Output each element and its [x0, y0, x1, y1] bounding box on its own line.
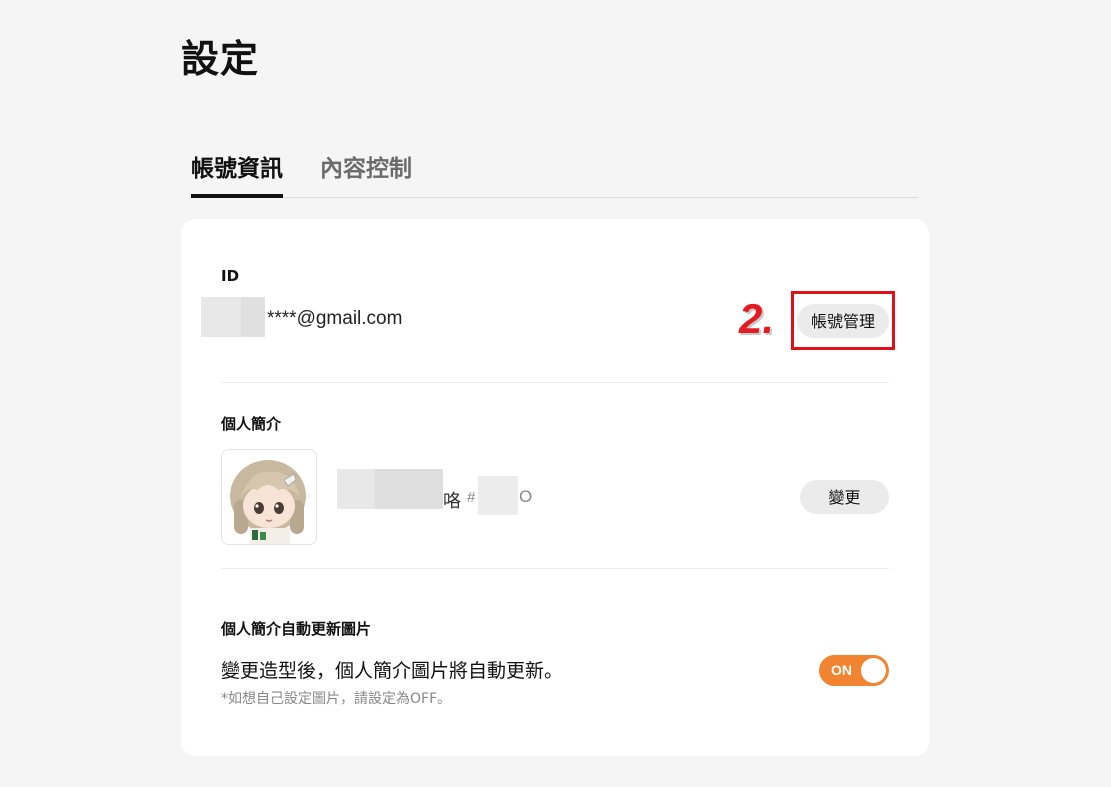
character-avatar-icon [221, 449, 317, 545]
profile-label: 個人簡介 [221, 415, 282, 433]
auto-update-description: 變更造型後，個人簡介圖片將自動更新。 [221, 660, 564, 682]
account-manage-button[interactable]: 帳號管理 [797, 304, 889, 338]
redacted-area [241, 297, 265, 337]
change-profile-button[interactable]: 變更 [800, 480, 889, 514]
redacted-area [375, 469, 443, 509]
redacted-area [337, 469, 375, 509]
redacted-area [478, 476, 518, 515]
email-value: ****@gmail.com [267, 308, 403, 329]
settings-page: 設定 帳號資訊 內容控制 ID ****@gmail.com 2. 帳號管理 個… [0, 0, 1111, 787]
account-info-card: ID ****@gmail.com 2. 帳號管理 個人簡介 咯 # O 變更 … [181, 219, 929, 756]
email-row: ****@gmail.com [201, 297, 521, 339]
toggle-knob [861, 658, 886, 683]
toggle-state-label: ON [831, 662, 852, 678]
divider [221, 568, 889, 569]
auto-update-note: *如想自己設定圖片，請設定為OFF。 [221, 691, 452, 707]
auto-update-label: 個人簡介自動更新圖片 [221, 620, 372, 638]
tab-content-control[interactable]: 內容控制 [320, 150, 412, 197]
redacted-area [201, 297, 241, 337]
tab-account-info[interactable]: 帳號資訊 [191, 150, 283, 198]
auto-update-toggle[interactable]: ON [819, 655, 889, 686]
annotation-step-number: 2. [739, 295, 775, 342]
settings-tabs: 帳號資訊 內容控制 [191, 150, 918, 198]
nickname-suffix: 咯 [443, 491, 461, 512]
tag-prefix: # [467, 489, 476, 506]
divider [221, 382, 889, 383]
page-title: 設定 [181, 37, 260, 81]
id-label: ID [221, 267, 240, 285]
tag-suffix: O [519, 487, 533, 506]
